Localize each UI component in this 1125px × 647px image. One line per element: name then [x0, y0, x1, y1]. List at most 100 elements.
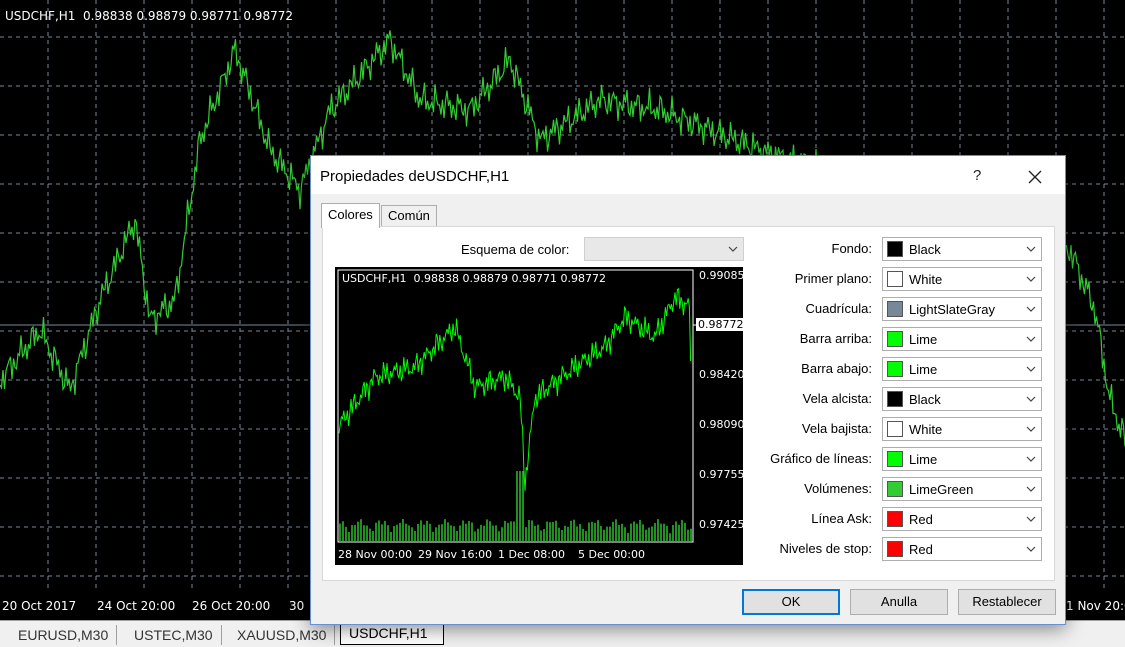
- property-row: Fondo: Black: [753, 237, 1043, 261]
- help-button[interactable]: ?: [973, 167, 981, 184]
- color-swatch: [887, 271, 903, 287]
- chevron-down-icon: [1026, 246, 1036, 252]
- date-label: 30: [289, 599, 305, 613]
- chevron-down-icon: [1026, 276, 1036, 282]
- properties-dialog: Propiedades deUSDCHF,H1 ? Colores Común …: [310, 155, 1066, 625]
- preview-header: USDCHF,H1 0.98838 0.98879 0.98771 0.9877…: [342, 272, 606, 285]
- property-label: Gráfico de líneas:: [770, 451, 872, 466]
- dialog-title: Propiedades deUSDCHF,H1: [320, 168, 510, 185]
- tab-eurusd[interactable]: EURUSD,M30: [10, 625, 118, 645]
- property-row: Primer plano: White: [753, 267, 1043, 291]
- chevron-down-icon: [1026, 306, 1036, 312]
- chevron-down-icon: [1026, 396, 1036, 402]
- color-swatch: [887, 331, 903, 347]
- property-label: Cuadrícula:: [805, 301, 872, 316]
- color-swatch: [887, 481, 903, 497]
- date-label: 26 Oct 20:00: [192, 599, 271, 613]
- property-label: Volúmenes:: [804, 481, 872, 496]
- property-label: Línea Ask:: [811, 511, 872, 526]
- property-label: Fondo:: [831, 241, 872, 256]
- color-value: Red: [909, 542, 933, 557]
- preview-volumes: [339, 471, 692, 541]
- color-value: Lime: [909, 362, 938, 377]
- color-swatch: [887, 361, 903, 377]
- color-swatch: [887, 421, 903, 437]
- property-row: Volúmenes: LimeGreen: [753, 477, 1043, 501]
- preview-date-label: 29 Nov 16:00: [418, 548, 493, 561]
- property-label: Primer plano:: [794, 271, 872, 286]
- preview-date-label: 1 Dec 08:00: [498, 548, 565, 561]
- color-value: Black: [909, 242, 941, 257]
- chevron-down-icon: [1026, 336, 1036, 342]
- preview-date-label: 5 Dec 00:00: [578, 548, 645, 561]
- color-swatch: [887, 391, 903, 407]
- color-value: Black: [909, 392, 941, 407]
- preview-price-label: 0.97755: [699, 468, 743, 481]
- preview-chart: USDCHF,H1 0.98838 0.98879 0.98771 0.9877…: [335, 267, 743, 565]
- color-swatch: [887, 241, 903, 257]
- preview-price-label: 0.97425: [699, 518, 743, 531]
- dialog-titlebar[interactable]: Propiedades deUSDCHF,H1 ?: [311, 156, 1065, 194]
- preview-price-label: 0.99085: [699, 269, 743, 282]
- color-value: LimeGreen: [909, 482, 974, 497]
- tab-comun[interactable]: Común: [381, 205, 437, 227]
- color-swatch: [887, 451, 903, 467]
- property-label: Vela bajista:: [801, 421, 872, 436]
- color-select[interactable]: Black: [882, 387, 1042, 411]
- color-select[interactable]: White: [882, 417, 1042, 441]
- property-row: Vela alcista: Black: [753, 387, 1043, 411]
- property-label: Barra abajo:: [801, 361, 872, 376]
- preview-price-series: [338, 287, 692, 491]
- colors-panel: Esquema de color: USDCHF,H1 0.98838 0.98…: [322, 226, 1055, 581]
- date-label: 1 Nov 20:0: [1066, 599, 1125, 613]
- preview-date-label: 28 Nov 00:00: [338, 548, 413, 561]
- chevron-down-icon: [1026, 516, 1036, 522]
- tab-xauusd[interactable]: XAUUSD,M30: [229, 625, 336, 645]
- chevron-down-icon: [1026, 456, 1036, 462]
- property-row: Vela bajista: White: [753, 417, 1043, 441]
- date-label: 24 Oct 20:00: [97, 599, 176, 613]
- color-scheme-label: Esquema de color:: [461, 242, 570, 257]
- chart-header: USDCHF,H1 0.98838 0.98879 0.98771 0.9877…: [5, 9, 293, 23]
- color-swatch: [887, 541, 903, 557]
- ok-button[interactable]: OK: [742, 589, 840, 615]
- close-icon: [1028, 170, 1042, 184]
- chevron-down-icon: [1026, 546, 1036, 552]
- property-row: Línea Ask: Red: [753, 507, 1043, 531]
- color-select[interactable]: White: [882, 267, 1042, 291]
- chevron-down-icon: [1026, 486, 1036, 492]
- preview-price-label: 0.98090: [699, 418, 743, 431]
- color-select[interactable]: Lime: [882, 357, 1042, 381]
- chevron-down-icon: [1026, 366, 1036, 372]
- preview-current-price: 0.98772: [696, 318, 743, 331]
- color-value: Red: [909, 512, 933, 527]
- chevron-down-icon: [1026, 426, 1036, 432]
- property-row: Niveles de stop: Red: [753, 537, 1043, 561]
- color-scheme-select[interactable]: [584, 237, 744, 261]
- color-select[interactable]: Black: [882, 237, 1042, 261]
- color-select[interactable]: Lime: [882, 327, 1042, 351]
- color-value: White: [909, 422, 943, 437]
- reset-button[interactable]: Restablecer: [958, 589, 1056, 615]
- property-label: Niveles de stop:: [779, 541, 873, 556]
- property-row: Gráfico de líneas: Lime: [753, 447, 1043, 471]
- tab-ustec[interactable]: USTEC,M30: [126, 625, 222, 645]
- cancel-button[interactable]: Anulla: [850, 589, 948, 615]
- color-select[interactable]: Red: [882, 507, 1042, 531]
- property-row: Barra arriba: Lime: [753, 327, 1043, 351]
- color-value: White: [909, 272, 943, 287]
- color-select[interactable]: Lime: [882, 447, 1042, 471]
- property-row: Barra abajo: Lime: [753, 357, 1043, 381]
- color-select[interactable]: LightSlateGray: [882, 297, 1042, 321]
- color-value: LightSlateGray: [909, 302, 995, 317]
- color-value: Lime: [909, 332, 938, 347]
- property-label: Barra arriba:: [799, 331, 872, 346]
- color-swatch: [887, 511, 903, 527]
- property-label: Vela alcista:: [802, 391, 872, 406]
- color-select[interactable]: Red: [882, 537, 1042, 561]
- close-button[interactable]: [1023, 165, 1047, 189]
- tab-colores[interactable]: Colores: [321, 203, 380, 228]
- chevron-down-icon: [728, 246, 738, 252]
- color-select[interactable]: LimeGreen: [882, 477, 1042, 501]
- date-label: 20 Oct 2017: [2, 599, 77, 613]
